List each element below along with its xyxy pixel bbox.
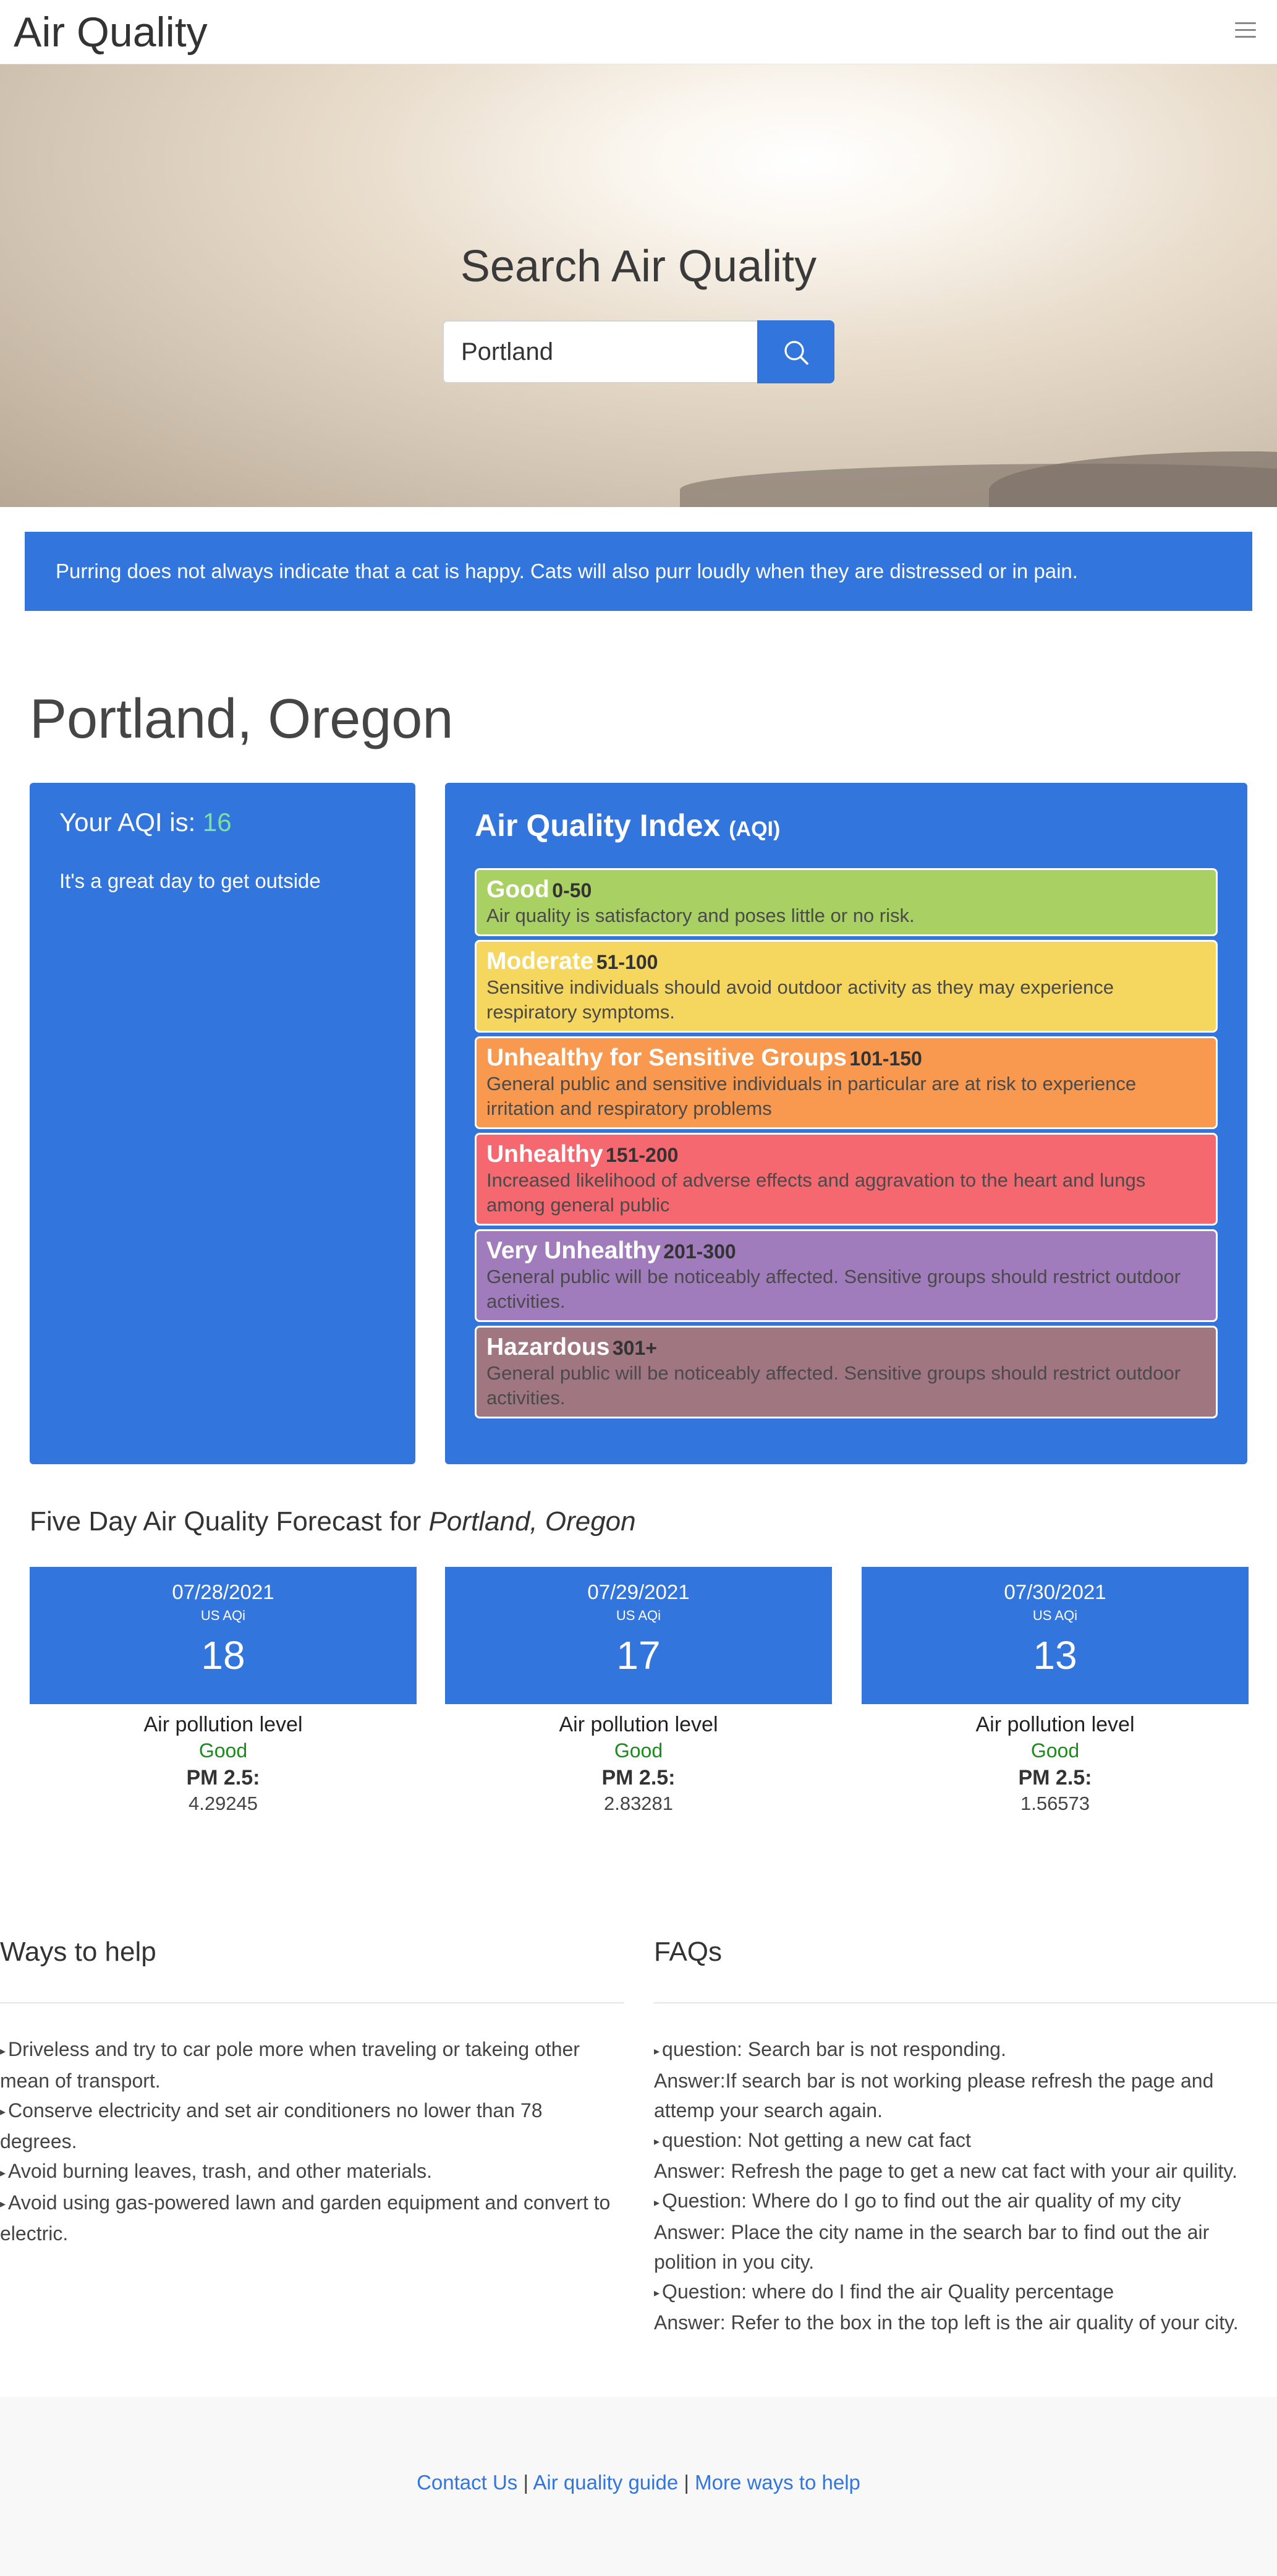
forecast-unit: US AQi: [616, 1608, 661, 1623]
hamburger-menu-icon[interactable]: [1235, 22, 1256, 38]
list-item: ▸ Avoid burning leaves, trash, and other …: [0, 2160, 433, 2183]
pollution-status: Good: [614, 1739, 663, 1762]
list-item: ▸ Driveless and try to car pole more when…: [0, 2038, 580, 2092]
bullet-triangle-icon: ▸: [0, 2105, 6, 2118]
pollution-status: Good: [198, 1739, 248, 1762]
forecast-date: 07/28/2021: [172, 1580, 274, 1603]
pollution-label: Air pollution level: [975, 1713, 1135, 1736]
aqi-value: 16: [202, 808, 232, 837]
pm-label: PM 2.5:: [186, 1766, 260, 1789]
pm-value: 2.83281: [603, 1793, 674, 1814]
level-moderate: Moderate 51-100 Sensitive individuals sh…: [475, 940, 1218, 1033]
bullet-triangle-icon: ▸: [654, 2044, 660, 2057]
aqi-label: Your AQI is:: [59, 808, 203, 837]
hero-banner: Search Air Quality: [0, 64, 1277, 507]
aqi-line: Your AQI is: 16: [59, 808, 386, 837]
level-unhealthy: Unhealthy 151-200 Increased likelihood o…: [475, 1133, 1218, 1226]
brand-title[interactable]: Air Quality: [14, 6, 208, 58]
forecast-date: 07/29/2021: [587, 1580, 690, 1603]
air-quality-guide-link[interactable]: Air quality guide: [533, 2471, 678, 2494]
more-ways-link[interactable]: More ways to help: [695, 2471, 860, 2494]
pm-label: PM 2.5:: [601, 1766, 676, 1789]
index-abbr: (AQI): [729, 817, 781, 841]
bullet-triangle-icon: ▸: [654, 2196, 660, 2209]
pm-label: PM 2.5:: [1018, 1766, 1092, 1789]
pollution-label: Air pollution level: [143, 1713, 303, 1736]
level-good: Good 0-50 Air quality is satisfactory an…: [475, 868, 1218, 936]
faq-question: ▸ question: Search bar is not responding.: [654, 2038, 1006, 2060]
pollution-label: Air pollution level: [559, 1713, 718, 1736]
search-input[interactable]: [443, 320, 758, 383]
faqs-list: ▸ question: Search bar is not responding.…: [654, 2034, 1266, 2337]
footer: Contact Us | Air quality guide | More wa…: [0, 2397, 1277, 2576]
cat-fact-banner: Purring does not always indicate that a …: [25, 532, 1252, 611]
faq-answer: Answer: Refresh the page to get a new ca…: [654, 2160, 1237, 2183]
aqi-index-card: Air Quality Index (AQI) Good 0-50 Air qu…: [445, 783, 1247, 1464]
forecast-card: 07/29/2021 US AQi 17 Air pollution level…: [445, 1567, 832, 1815]
level-very-unhealthy: Very Unhealthy 201-300 General public wi…: [475, 1229, 1218, 1322]
forecast-unit: US AQi: [200, 1608, 246, 1623]
search-icon: [784, 340, 808, 365]
bullet-triangle-icon: ▸: [0, 2198, 6, 2211]
level-unhealthy-sensitive: Unhealthy for Sensitive Groups 101-150 G…: [475, 1036, 1218, 1129]
aqi-message: It's a great day to get outside: [59, 869, 321, 892]
faq-answer: Answer: Refer to the box in the top left…: [654, 2311, 1239, 2334]
list-item: ▸ Conserve electricity and set air condit…: [0, 2099, 543, 2153]
divider: [0, 2002, 624, 2003]
current-aqi-card: Your AQI is: 16 It's a great day to get …: [30, 783, 415, 1464]
faqs-title: FAQs: [654, 1937, 723, 1967]
divider: [654, 2002, 1277, 2003]
forecast-title: Five Day Air Quality Forecast for Portla…: [30, 1506, 636, 1537]
forecast-aqi: 13: [1033, 1633, 1077, 1678]
hero-title: Search Air Quality: [460, 242, 817, 291]
forecast-city: Portland, Oregon: [428, 1506, 636, 1537]
bullet-triangle-icon: ▸: [654, 2135, 660, 2148]
forecast-date: 07/30/2021: [1004, 1580, 1106, 1603]
pollution-status: Good: [1030, 1739, 1080, 1762]
forecast-unit: US AQi: [1032, 1608, 1078, 1623]
ways-title: Ways to help: [0, 1937, 156, 1967]
faq-question: ▸ Question: Where do I go to find out the…: [654, 2190, 1181, 2212]
forecast-card: 07/28/2021 US AQi 18 Air pollution level…: [30, 1567, 417, 1815]
bullet-triangle-icon: ▸: [654, 2287, 660, 2300]
pm-value: 1.56573: [1020, 1793, 1090, 1814]
bullet-triangle-icon: ▸: [0, 2044, 6, 2057]
faq-question: ▸ Question: where do I find the air Quali…: [654, 2280, 1114, 2303]
bullet-triangle-icon: ▸: [0, 2166, 6, 2179]
forecast-aqi: 18: [201, 1633, 245, 1678]
contact-us-link[interactable]: Contact Us: [417, 2471, 517, 2494]
forecast-card: 07/30/2021 US AQi 13 Air pollution level…: [862, 1567, 1249, 1815]
faq-answer: Answer: Place the city name in the searc…: [654, 2220, 1210, 2273]
ways-list: ▸ Driveless and try to car pole more when…: [0, 2034, 612, 2248]
index-title: Air Quality Index (AQI): [475, 808, 781, 843]
search-button[interactable]: [757, 320, 834, 383]
faq-answer: Answer:If search bar is not working plea…: [654, 2069, 1214, 2122]
faq-question: ▸ question: Not getting a new cat fact: [654, 2128, 971, 2151]
pm-value: 4.29245: [188, 1793, 258, 1814]
list-item: ▸ Avoid using gas-powered lawn and garden…: [0, 2191, 611, 2245]
navbar: Air Quality: [0, 0, 1277, 64]
footer-links: Contact Us | Air quality guide | More wa…: [417, 2471, 860, 2494]
forecast-aqi: 17: [616, 1633, 661, 1678]
city-heading: Portland, Oregon: [30, 688, 454, 750]
level-hazardous: Hazardous 301+ General public will be no…: [475, 1326, 1218, 1418]
